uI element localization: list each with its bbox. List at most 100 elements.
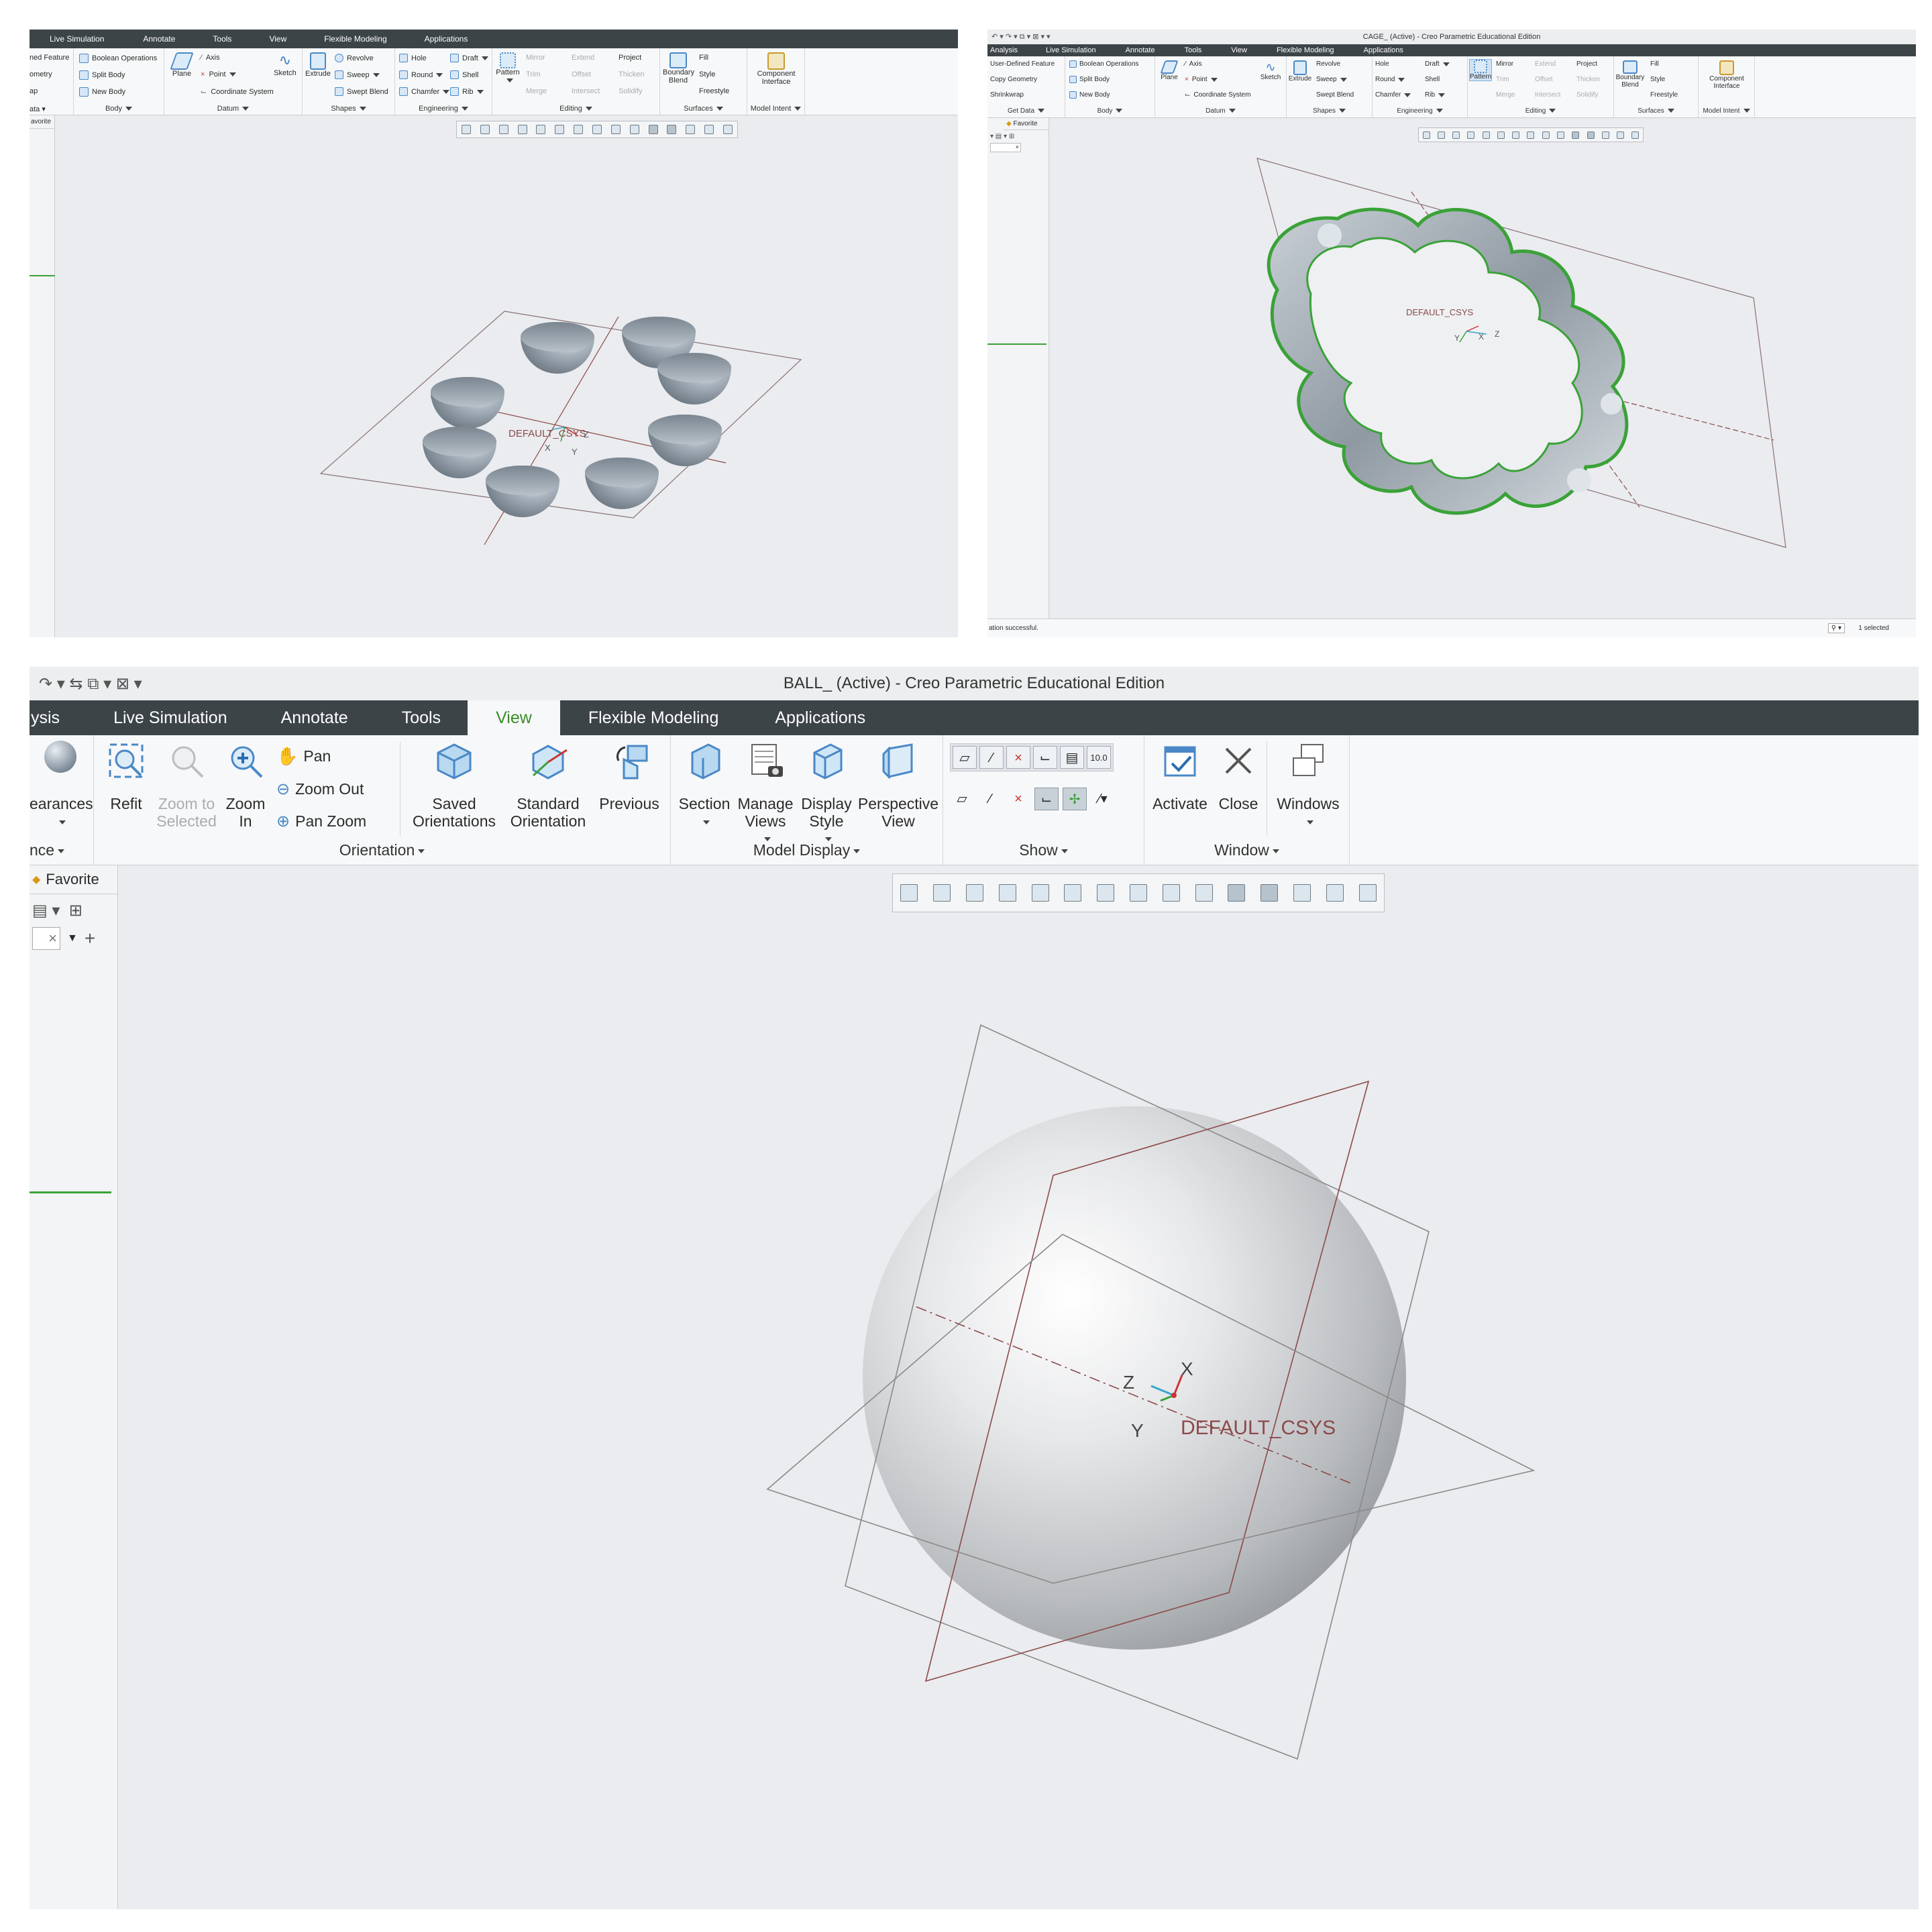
merge-button[interactable]: Merge — [526, 87, 547, 95]
chamfer-button[interactable]: Chamfer — [399, 87, 450, 96]
extend-button[interactable]: Extend — [572, 54, 594, 62]
tab-tools[interactable]: Tools — [375, 700, 468, 735]
csys-tag-icon[interactable]: ⌙ — [1034, 788, 1059, 810]
orientation-group-label[interactable]: Orientation — [94, 841, 670, 859]
activate-button[interactable]: Activate — [1147, 741, 1213, 813]
viewport-bearing-balls[interactable]: DEFAULT_CSYS X Y Z — [55, 115, 958, 637]
new-body-button[interactable]: New Body — [79, 87, 125, 97]
tree-search-box[interactable]: × — [990, 143, 1021, 152]
surfaces-group-label[interactable]: Surfaces — [660, 105, 747, 113]
copy-geometry-item[interactable]: ometry — [30, 70, 52, 78]
body-group-label[interactable]: Body — [74, 105, 164, 113]
tag-display-toggle-icon[interactable]: ▤ — [1060, 746, 1084, 769]
selection-filter[interactable]: ⚲ ▾ — [1827, 623, 1845, 633]
draft-button[interactable]: Draft — [1425, 60, 1450, 68]
boolean-operations-button[interactable]: Boolean Operations — [1069, 60, 1138, 68]
swept-blend-button[interactable]: Swept Blend — [1316, 91, 1354, 99]
user-defined-feature-item[interactable]: ned Feature — [30, 54, 69, 62]
tab-annotate[interactable]: Annotate — [124, 30, 194, 48]
new-body-button[interactable]: New Body — [1069, 91, 1110, 99]
thicken-button[interactable]: Thicken — [619, 70, 645, 78]
point-display-toggle-icon[interactable]: × — [1006, 746, 1030, 769]
pan-zoom-button[interactable]: ⊕ Pan Zoom — [276, 812, 366, 831]
tab-tools[interactable]: Tools — [194, 30, 250, 48]
offset-button[interactable]: Offset — [572, 70, 591, 78]
tab-live-simulation[interactable]: Live Simulation — [1031, 44, 1111, 56]
solidify-button[interactable]: Solidify — [619, 87, 642, 95]
datum-group-label[interactable]: Datum — [164, 105, 302, 113]
rib-button[interactable]: Rib — [450, 87, 484, 96]
merge-button[interactable]: Merge — [1496, 91, 1515, 99]
note-display-toggle-icon[interactable]: 10.0 — [1087, 746, 1111, 769]
3d-annotation-toggle-icon[interactable]: ⁄▾ — [1091, 788, 1115, 810]
component-interface-button[interactable]: Component Interface — [750, 52, 802, 87]
csys-display-toggle-icon[interactable]: ⌙ — [1033, 746, 1057, 769]
plane-display-toggle-icon[interactable]: ▱ — [953, 746, 977, 769]
tab-flexible-modeling[interactable]: Flexible Modeling — [305, 30, 405, 48]
sweep-button[interactable]: Sweep — [335, 70, 380, 79]
axis-tag-icon[interactable]: ⁄ — [978, 788, 1002, 810]
shrinkwrap-button[interactable]: Shrinkwrap — [990, 91, 1024, 99]
extrude-button[interactable]: Extrude — [305, 52, 331, 78]
zoom-to-selected-button[interactable]: Zoom to Selected — [154, 741, 219, 830]
mirror-button[interactable]: Mirror — [1496, 60, 1513, 68]
shell-button[interactable]: Shell — [450, 70, 478, 79]
draft-button[interactable]: Draft — [450, 54, 488, 62]
chamfer-button[interactable]: Chamfer — [1375, 91, 1411, 99]
tab-applications[interactable]: Applications — [1349, 44, 1418, 56]
freestyle-button[interactable]: Freestyle — [699, 87, 729, 95]
boolean-operations-button[interactable]: Boolean Operations — [79, 54, 157, 63]
engineering-group-label[interactable]: Engineering — [1373, 107, 1467, 115]
tab-flexible-modeling[interactable]: Flexible Modeling — [1262, 44, 1349, 56]
body-group-label[interactable]: Body — [1065, 107, 1155, 115]
model-intent-group-label[interactable]: Model Intent — [747, 105, 804, 113]
round-button[interactable]: Round — [1375, 76, 1405, 83]
dropdown-caret-icon[interactable]: ▼ — [67, 932, 78, 945]
fill-button[interactable]: Fill — [699, 54, 708, 62]
manage-views-button[interactable]: Manage Views — [735, 741, 796, 847]
point-tag-icon[interactable]: × — [1006, 788, 1030, 810]
get-data-group-label[interactable]: ata ▾ — [30, 105, 46, 113]
style-button[interactable]: Style — [1650, 76, 1665, 83]
split-body-button[interactable]: Split Body — [79, 70, 125, 80]
pan-button[interactable]: ✋ Pan — [276, 746, 331, 767]
tree-search-box[interactable]: × — [32, 927, 60, 950]
plane-tag-icon[interactable]: ▱ — [950, 788, 974, 810]
hole-button[interactable]: Hole — [399, 54, 427, 62]
offset-button[interactable]: Offset — [1535, 76, 1553, 83]
point-button[interactable]: × Point — [1185, 76, 1218, 83]
zoom-in-button[interactable]: Zoom In — [220, 741, 271, 830]
shell-button[interactable]: Shell — [1425, 76, 1440, 83]
show-group-label[interactable]: Show — [943, 841, 1144, 859]
previous-button[interactable]: Previous — [592, 741, 667, 813]
tab-view[interactable]: View — [468, 700, 560, 735]
tab-live-simulation[interactable]: Live Simulation — [30, 30, 124, 48]
viewport-ball[interactable]: DEFAULT_CSYS X Y Z — [118, 865, 1919, 1909]
project-button[interactable]: Project — [1576, 60, 1597, 68]
perspective-view-button[interactable]: Perspective View — [857, 741, 939, 830]
datum-group-label[interactable]: Datum — [1155, 107, 1286, 115]
model-display-group-label[interactable]: Model Display — [671, 841, 943, 859]
editing-group-label[interactable]: Editing — [1468, 107, 1613, 115]
surfaces-group-label[interactable]: Surfaces — [1614, 107, 1698, 115]
tab-view[interactable]: View — [250, 30, 305, 48]
swept-blend-button[interactable]: Swept Blend — [335, 87, 388, 96]
axis-display-toggle-icon[interactable]: ⁄ — [979, 746, 1004, 769]
coordinate-system-button[interactable]: ⌙ Coordinate System — [201, 87, 274, 97]
trim-button[interactable]: Trim — [526, 70, 541, 78]
add-icon[interactable]: + — [85, 928, 95, 949]
windows-button[interactable]: Windows — [1271, 741, 1346, 830]
engineering-group-label[interactable]: Engineering — [395, 105, 492, 113]
tab-applications[interactable]: Applications — [747, 700, 894, 735]
trim-button[interactable]: Trim — [1496, 76, 1509, 83]
plane-button[interactable]: Plane — [1158, 60, 1181, 81]
intersect-button[interactable]: Intersect — [1535, 91, 1560, 99]
favorites-tab[interactable]: ◆ Favorite — [1004, 118, 1049, 130]
tab-annotate[interactable]: Annotate — [1111, 44, 1170, 56]
pattern-button[interactable]: Pattern — [495, 52, 521, 85]
tab-applications[interactable]: Applications — [406, 30, 487, 48]
extrude-button[interactable]: Extrude — [1288, 60, 1312, 83]
shrinkwrap-item[interactable]: ap — [30, 87, 38, 95]
tab-analysis[interactable]: Analysis — [987, 44, 1031, 56]
saved-orientations-button[interactable]: Saved Orientations — [404, 741, 504, 830]
